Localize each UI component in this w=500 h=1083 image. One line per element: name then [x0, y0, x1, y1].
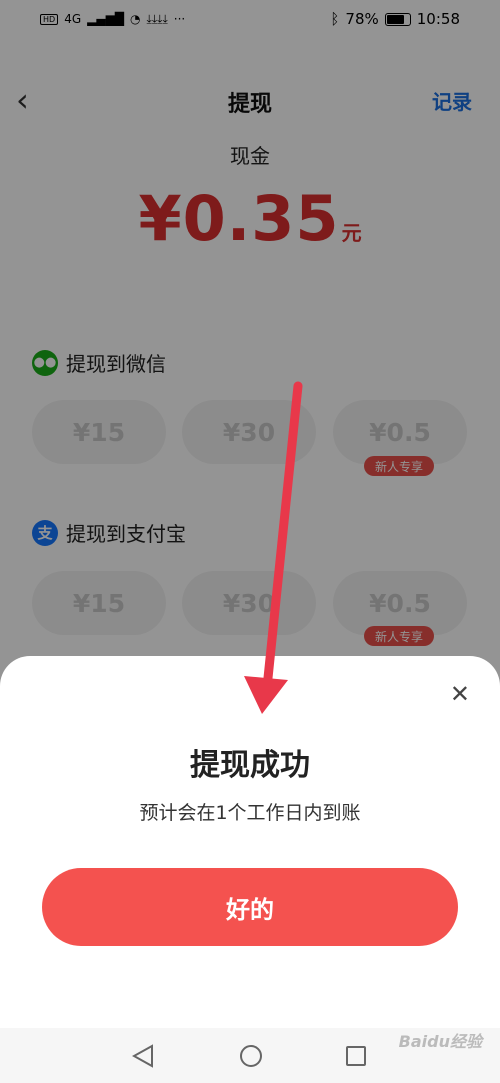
- success-subtitle: 预计会在1个工作日内到账: [139, 802, 361, 824]
- watermark: Baidu经验: [398, 1032, 482, 1051]
- nav-recent-icon[interactable]: [346, 1046, 366, 1066]
- success-dialog: ✕ 提现成功 预计会在1个工作日内到账 好的: [0, 656, 500, 1028]
- success-title: 提现成功: [190, 748, 310, 783]
- close-icon[interactable]: ✕: [450, 682, 470, 706]
- ok-button[interactable]: 好的: [42, 868, 458, 946]
- nav-back-icon[interactable]: [132, 1044, 154, 1068]
- nav-home-icon[interactable]: [240, 1045, 262, 1067]
